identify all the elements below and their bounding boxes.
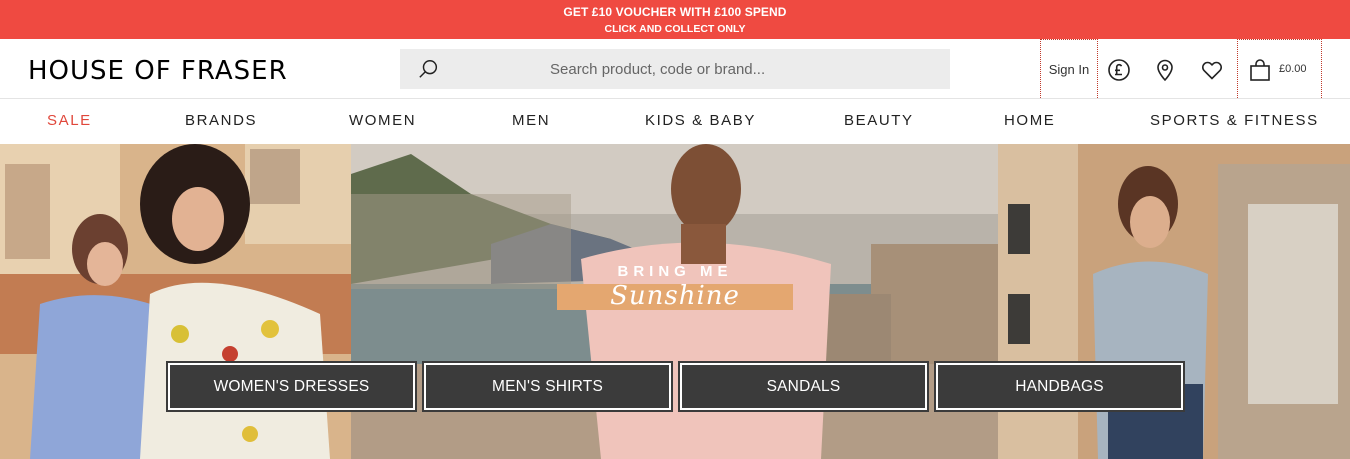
hero-banner[interactable]: BRING ME Sunshine WOMEN'S DRESSES MEN'S … bbox=[0, 144, 1350, 459]
currency-pound-icon[interactable] bbox=[1107, 58, 1131, 82]
hero-image-man-shirt bbox=[998, 144, 1350, 459]
hero-tagline: BRING ME Sunshine bbox=[555, 259, 795, 311]
search-bar[interactable] bbox=[400, 49, 950, 89]
tagline-top: BRING ME bbox=[617, 263, 733, 280]
hero-image-women bbox=[0, 144, 351, 459]
site-logo[interactable]: HOUSE OF FRASER bbox=[28, 56, 288, 86]
promo-line-1: GET £10 VOUCHER WITH £100 SPEND bbox=[563, 5, 787, 19]
heart-icon[interactable] bbox=[1200, 58, 1224, 82]
mens-shirts-button[interactable]: MEN'S SHIRTS bbox=[422, 361, 673, 412]
bag-total: £0.00 bbox=[1279, 63, 1307, 75]
site-header: HOUSE OF FRASER Sign In £0.00 bbox=[0, 39, 1350, 102]
search-input[interactable] bbox=[550, 49, 940, 89]
tagline-script: Sunshine bbox=[610, 281, 740, 311]
promo-line-2: CLICK AND COLLECT ONLY bbox=[604, 23, 746, 35]
shopping-bag-icon bbox=[1250, 59, 1270, 81]
nav-item-sports-fitness[interactable]: SPORTS & FITNESS bbox=[1150, 112, 1319, 129]
nav-item-sale[interactable]: SALE bbox=[47, 112, 92, 129]
shopping-bag-button[interactable]: £0.00 bbox=[1237, 39, 1322, 102]
sign-in-link[interactable]: Sign In bbox=[1040, 39, 1098, 102]
nav-item-women[interactable]: WOMEN bbox=[349, 112, 416, 129]
nav-item-beauty[interactable]: BEAUTY bbox=[844, 112, 914, 129]
sandals-button[interactable]: SANDALS bbox=[678, 361, 929, 412]
nav-item-brands[interactable]: BRANDS bbox=[185, 112, 257, 129]
nav-item-home[interactable]: HOME bbox=[1004, 112, 1055, 129]
handbags-button[interactable]: HANDBAGS bbox=[934, 361, 1185, 412]
search-icon[interactable] bbox=[418, 58, 440, 80]
promo-banner[interactable]: GET £10 VOUCHER WITH £100 SPEND CLICK AN… bbox=[0, 0, 1350, 39]
main-nav: SALE BRANDS WOMEN MEN KIDS & BABY BEAUTY… bbox=[0, 99, 1350, 144]
nav-item-kids-baby[interactable]: KIDS & BABY bbox=[645, 112, 756, 129]
nav-item-men[interactable]: MEN bbox=[512, 112, 550, 129]
womens-dresses-button[interactable]: WOMEN'S DRESSES bbox=[166, 361, 417, 412]
location-pin-icon[interactable] bbox=[1153, 58, 1177, 82]
